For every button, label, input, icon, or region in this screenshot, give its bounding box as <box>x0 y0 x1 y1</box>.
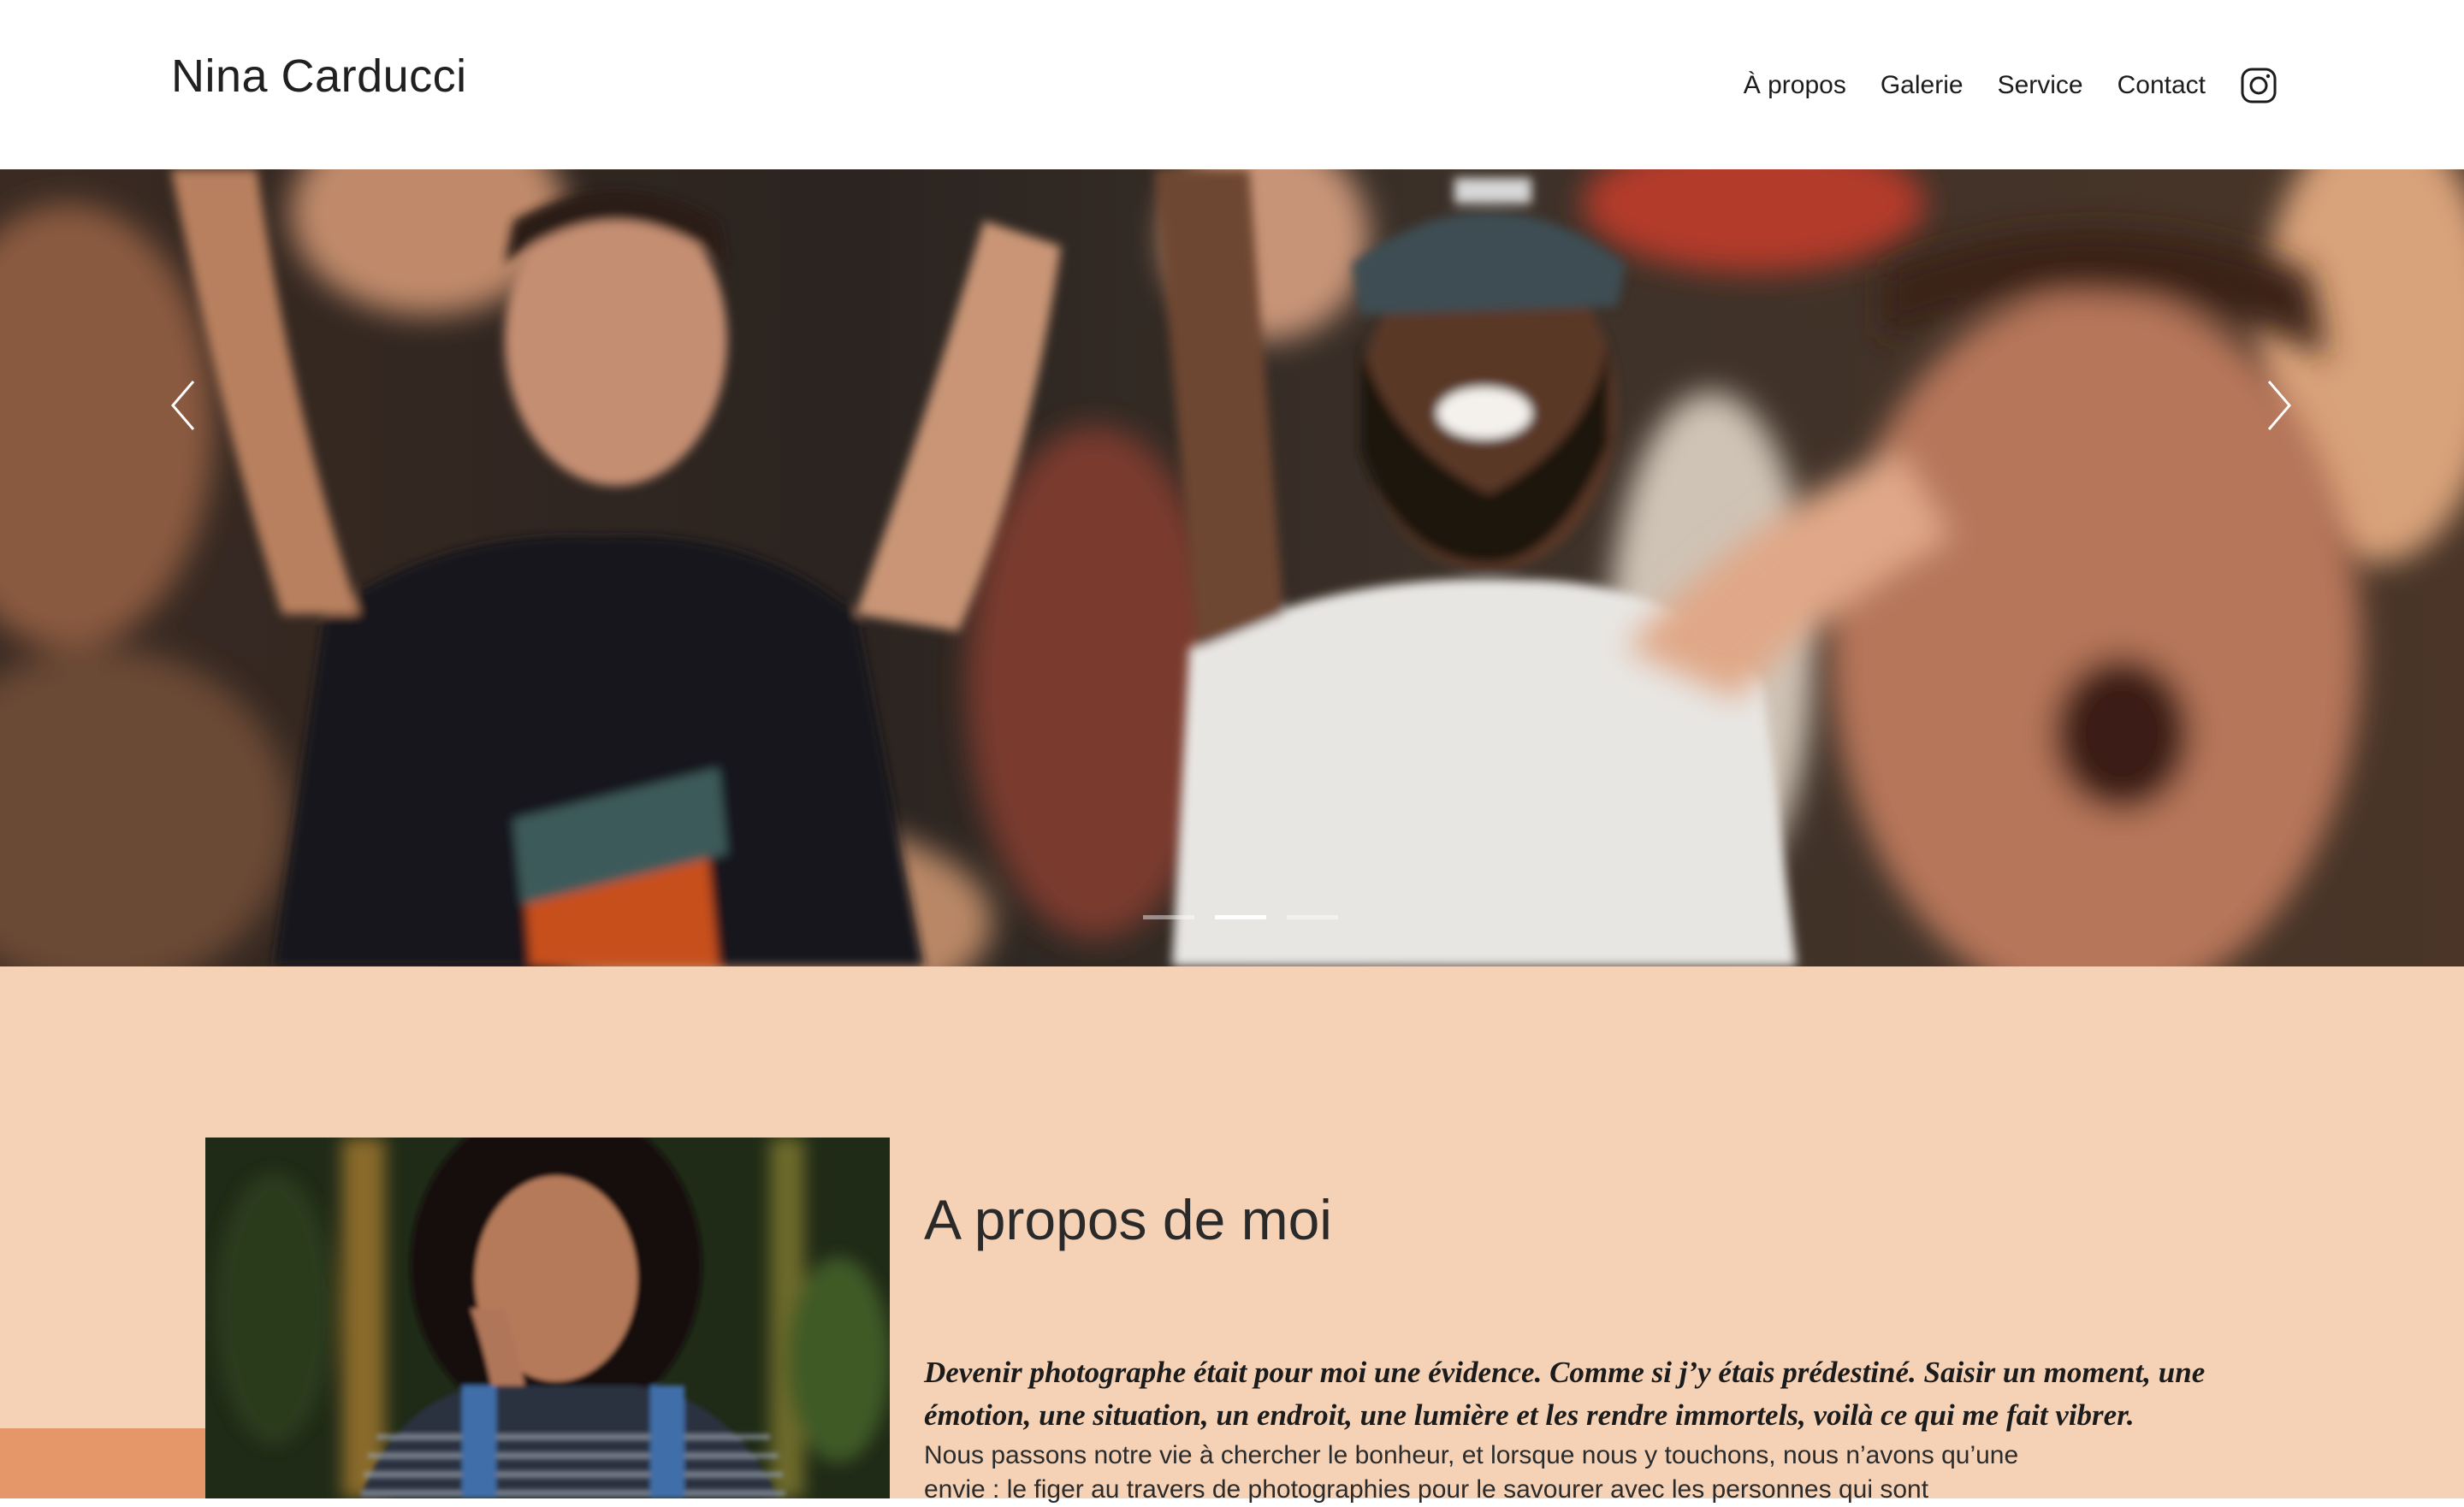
carousel-indicator-3[interactable] <box>1287 915 1338 919</box>
site-header: Nina Carducci À propos Galerie Service C… <box>0 0 2464 169</box>
nav-link-service[interactable]: Service <box>1998 62 2083 109</box>
decorative-strip <box>0 1428 205 1498</box>
instagram-icon[interactable] <box>2240 67 2277 104</box>
portrait-photo <box>205 1138 890 1498</box>
carousel-indicator-1[interactable] <box>1143 915 1194 919</box>
about-body-text: Nous passons notre vie à chercher le bon… <box>924 1441 2019 1504</box>
carousel-indicator-2[interactable] <box>1215 915 1266 919</box>
carousel-prev-button[interactable] <box>168 371 202 440</box>
about-section: A propos de moi Devenir photographe étai… <box>0 966 2464 1504</box>
nav-link-galerie[interactable]: Galerie <box>1881 62 1964 109</box>
main-nav: À propos Galerie Service Contact <box>1744 62 2277 109</box>
nav-link-a-propos[interactable]: À propos <box>1744 62 1846 109</box>
site-brand[interactable]: Nina Carducci <box>171 50 467 103</box>
hero-photo <box>0 169 2464 966</box>
carousel-next-button[interactable] <box>2260 371 2295 440</box>
nav-link-contact[interactable]: Contact <box>2118 62 2206 109</box>
carousel-indicators <box>1143 915 1338 919</box>
about-lead-text: Devenir photographe était pour moi une é… <box>924 1356 2206 1432</box>
hero-carousel <box>0 169 2464 966</box>
about-title: A propos de moi <box>924 1188 1332 1251</box>
